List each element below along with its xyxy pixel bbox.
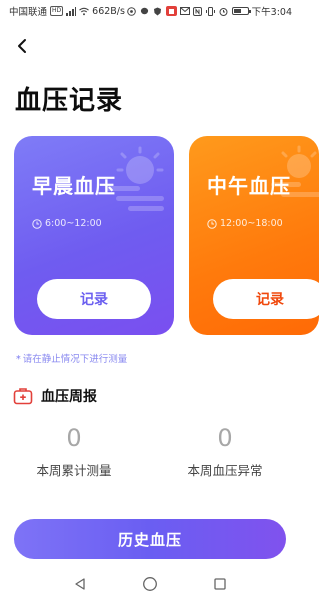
back-button[interactable] <box>10 34 34 58</box>
hint-text: 请在静止情况下进行测量 <box>22 354 128 365</box>
record-noon-button[interactable]: 记录 <box>213 279 319 319</box>
card-time-text: 12:00~18:00 <box>220 218 283 229</box>
status-bar: 中国联通 HD 662B/s 下午3:04 <box>0 0 300 22</box>
chevron-left-icon <box>18 39 26 53</box>
card-noon: 中午血压 12:00~18:00 记录 <box>189 136 319 335</box>
record-morning-button[interactable]: 记录 <box>37 279 151 319</box>
weekly-report-title: 血压周报 <box>41 389 97 405</box>
clock: 下午3:04 <box>251 7 292 18</box>
stat-label: 本周血压异常 <box>187 463 263 478</box>
card-morning: 早晨血压 6:00~12:00 记录 <box>14 136 174 335</box>
carrier-label: 中国联通 <box>9 7 48 18</box>
notification-icon <box>127 6 137 16</box>
alarm-icon <box>219 6 229 16</box>
net-speed: 662B/s <box>92 5 125 17</box>
nfc-icon <box>193 6 203 16</box>
stat-weekly-abnormal: 0 本周血压异常 <box>165 424 285 479</box>
signal-icon <box>66 6 77 16</box>
shield-icon <box>153 6 163 16</box>
vibrate-icon <box>206 6 216 16</box>
chat-icon <box>140 6 150 16</box>
card-title: 早晨血压 <box>32 174 116 198</box>
system-nav-bar <box>0 567 300 600</box>
hd-badge: HD <box>50 6 64 16</box>
mail-icon <box>179 6 190 16</box>
wifi-icon <box>79 6 90 16</box>
weekly-report-header: 血压周报 <box>13 386 97 406</box>
nav-home-button[interactable] <box>140 574 160 594</box>
app-alert-icon <box>165 6 177 16</box>
stat-value: 0 <box>217 424 233 452</box>
card-time-text: 6:00~12:00 <box>45 218 102 229</box>
history-button[interactable]: 历史血压 <box>14 519 286 559</box>
circle-home-icon <box>143 576 157 591</box>
stat-label: 本周累计测量 <box>36 463 112 478</box>
stat-weekly-measurements: 0 本周累计测量 <box>14 424 134 479</box>
battery-icon <box>231 7 251 15</box>
card-time-range: 6:00~12:00 <box>32 218 102 229</box>
clock-icon <box>32 218 42 229</box>
card-time-range: 12:00~18:00 <box>207 218 283 229</box>
measure-hint: * 请在静止情况下进行测量 <box>16 351 127 365</box>
period-cards: 早晨血压 6:00~12:00 记录 中午血压 12:00~18:00 记录 <box>14 136 319 336</box>
card-title: 中午血压 <box>207 174 291 198</box>
medical-kit-icon <box>13 388 33 405</box>
triangle-back-icon <box>75 577 85 590</box>
hint-star: * <box>16 354 21 365</box>
clock-icon <box>207 218 217 229</box>
nav-recents-button[interactable] <box>210 574 230 594</box>
stat-value: 0 <box>66 424 82 452</box>
nav-back-button[interactable] <box>70 574 90 594</box>
square-recents-icon <box>214 577 226 590</box>
page-title: 血压记录 <box>15 86 124 116</box>
